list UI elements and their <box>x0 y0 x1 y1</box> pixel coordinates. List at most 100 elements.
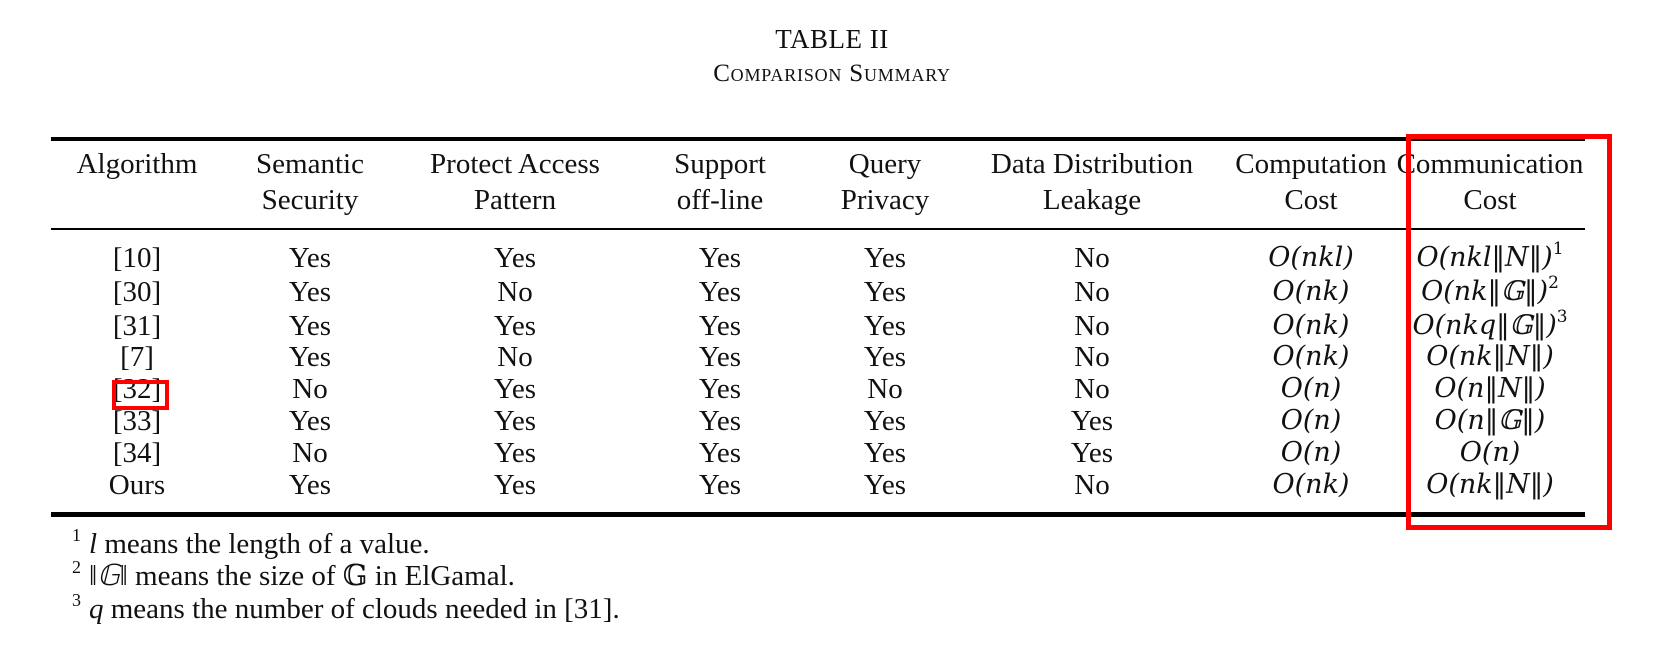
column-header-line: Pattern <box>473 184 557 216</box>
footnote: 2 ‖𝔾‖ means the size of 𝔾 in ElGamal. <box>72 557 515 592</box>
caption-title: Comparison Summary <box>713 60 951 87</box>
cell-value: O(n) <box>1280 437 1342 468</box>
cell-data-distribution-leakage: No <box>982 373 1202 405</box>
cell-protect-access-pattern: Yes <box>405 405 625 437</box>
cell-value: No <box>1074 310 1110 342</box>
table-bottom-rule <box>51 512 1585 517</box>
cell-value: Yes <box>698 405 742 437</box>
cell-value: O(nk) <box>1272 276 1350 307</box>
cell-query-privacy: Yes <box>775 341 995 373</box>
cell-protect-access-pattern: Yes <box>405 373 625 405</box>
footnote: 1l means the length of a value. <box>72 525 430 560</box>
cell-data-distribution-leakage: No <box>982 310 1202 342</box>
cell-query-privacy: Yes <box>775 242 995 274</box>
column-header-protect-access-pattern: Protect Access Pattern <box>405 146 625 218</box>
cell-value: No <box>867 373 903 405</box>
column-header-line: Security <box>261 184 359 216</box>
cell-value: Yes <box>288 341 332 373</box>
footnote-text: means the length of a value. <box>97 528 430 560</box>
footnote-mark: 3 <box>72 590 81 610</box>
cell-value: No <box>1074 242 1110 274</box>
cell-value: Yes <box>493 437 537 469</box>
cell-protect-access-pattern: No <box>405 276 625 308</box>
column-header-line: Protect Access <box>430 148 600 180</box>
cell-protect-access-pattern: Yes <box>405 242 625 274</box>
cell-value: O(nk) <box>1272 310 1350 341</box>
cell-semantic-security: No <box>200 373 420 405</box>
column-header-line: Leakage <box>1042 184 1142 216</box>
cell-value: [30] <box>112 276 162 308</box>
cell-data-distribution-leakage: No <box>982 242 1202 274</box>
cell-protect-access-pattern: Yes <box>405 469 625 501</box>
cell-value: Yes <box>288 310 332 342</box>
cell-value: O(n) <box>1280 405 1342 436</box>
cell-data-distribution-leakage: Yes <box>982 405 1202 437</box>
cell-value: O(nk) <box>1272 341 1350 372</box>
footnote-symbol: q <box>89 593 104 625</box>
column-header-data-distribution-leakage: Data Distribution Leakage <box>982 146 1202 218</box>
cell-value: O(nk) <box>1272 469 1350 500</box>
cell-value: No <box>292 373 328 405</box>
footnote-mark: 1 <box>72 525 81 545</box>
column-header-line: Data Distribution <box>990 148 1194 180</box>
cell-value: Yes <box>698 341 742 373</box>
cell-value: Ours <box>108 469 166 501</box>
column-header-line: Privacy <box>840 184 930 216</box>
footnote-symbol: ‖𝔾‖ <box>89 560 128 592</box>
cell-value: Yes <box>698 242 742 274</box>
cell-value: No <box>1074 469 1110 501</box>
cell-value: Yes <box>863 242 907 274</box>
cell-value: No <box>1074 373 1110 405</box>
cell-value: O(nkl) <box>1268 242 1354 273</box>
column-header-line: Semantic <box>256 148 364 180</box>
cell-protect-access-pattern: No <box>405 341 625 373</box>
cell-data-distribution-leakage: No <box>982 341 1202 373</box>
cell-data-distribution-leakage: No <box>982 276 1202 308</box>
cell-semantic-security: No <box>200 437 420 469</box>
cell-value: [10] <box>112 242 162 274</box>
cell-value: No <box>1074 276 1110 308</box>
cell-value: [31] <box>112 310 162 342</box>
cell-value: No <box>497 341 533 373</box>
ref-32-highlight-box <box>112 380 169 410</box>
cell-query-privacy: Yes <box>775 310 995 342</box>
cell-value: Yes <box>863 437 907 469</box>
cell-value: Yes <box>493 242 537 274</box>
cell-value: O(n) <box>1280 373 1342 404</box>
cell-value: Yes <box>493 310 537 342</box>
column-header-line: Query <box>848 148 922 180</box>
cell-value: Yes <box>493 469 537 501</box>
footnote: 3q means the number of clouds needed in … <box>72 590 620 625</box>
cell-value: Yes <box>288 242 332 274</box>
cell-value: Yes <box>493 373 537 405</box>
caption-label: TABLE II <box>775 24 889 54</box>
cell-value: No <box>497 276 533 308</box>
cell-value: Yes <box>863 310 907 342</box>
cell-value: Yes <box>1070 405 1114 437</box>
cell-value: [34] <box>112 437 162 469</box>
cell-protect-access-pattern: Yes <box>405 437 625 469</box>
cell-query-privacy: No <box>775 373 995 405</box>
footnote-mark: 2 <box>72 557 81 577</box>
footnote-symbol: l <box>89 528 98 560</box>
cell-value: Yes <box>698 437 742 469</box>
cell-value: Yes <box>698 276 742 308</box>
cell-query-privacy: Yes <box>775 437 995 469</box>
cell-value: Yes <box>288 469 332 501</box>
cell-value: Yes <box>1070 437 1114 469</box>
cell-value: Yes <box>698 373 742 405</box>
cell-query-privacy: Yes <box>775 469 995 501</box>
cell-value: Yes <box>863 405 907 437</box>
cell-value: Yes <box>863 469 907 501</box>
cell-value: Yes <box>288 405 332 437</box>
cell-value: Yes <box>288 276 332 308</box>
cell-semantic-security: Yes <box>200 405 420 437</box>
communication-cost-highlight-box <box>1406 134 1612 530</box>
column-header-query-privacy: Query Privacy <box>775 146 995 218</box>
cell-query-privacy: Yes <box>775 405 995 437</box>
cell-protect-access-pattern: Yes <box>405 310 625 342</box>
column-header-semantic-security: Semantic Security <box>200 146 420 218</box>
cell-data-distribution-leakage: Yes <box>982 437 1202 469</box>
footnote-text: means the number of clouds needed in [31… <box>103 593 620 625</box>
cell-semantic-security: Yes <box>200 242 420 274</box>
